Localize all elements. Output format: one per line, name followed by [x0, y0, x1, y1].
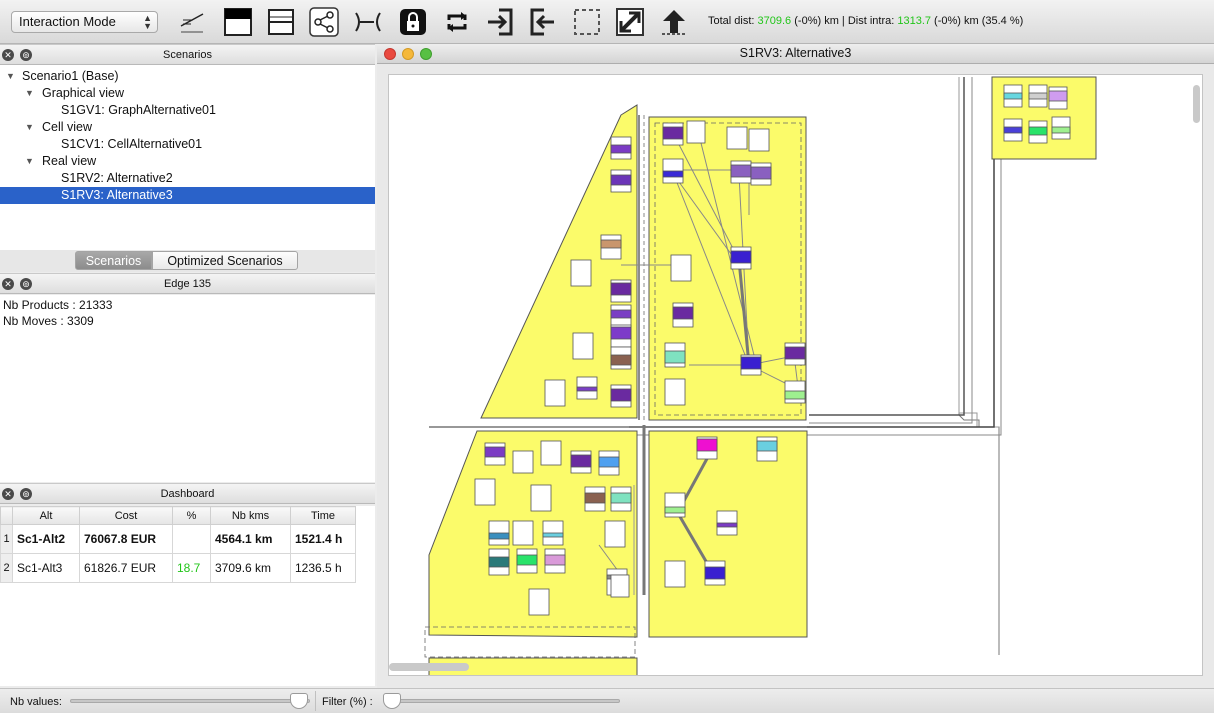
split-box-icon[interactable]: [264, 5, 298, 39]
tree-item-s1gv1[interactable]: S1GV1: GraphAlternative01: [0, 102, 375, 119]
edge-panel-title: Edge 135: [163, 278, 212, 290]
filter-slider[interactable]: [385, 699, 620, 703]
column-header-time[interactable]: Time: [290, 506, 356, 525]
chevron-down-icon[interactable]: ▼: [6, 68, 15, 85]
scenario-tree: ▼ Scenario1 (Base) ▼ Graphical view S1GV…: [0, 65, 375, 250]
close-icon[interactable]: ✕: [2, 49, 14, 61]
share-icon[interactable]: [307, 5, 341, 39]
tree-item-real-view[interactable]: ▼ Real view: [0, 153, 375, 170]
close-window-button[interactable]: [384, 48, 396, 60]
dashboard-table: Alt Cost % Nb kms Time 1 Sc1-Alt2 76067.…: [0, 506, 356, 583]
mode-select-value: Interaction Mode: [19, 14, 116, 29]
nb-values-label: Nb values:: [10, 696, 62, 708]
upload-icon[interactable]: [657, 5, 691, 39]
view-canvas-area: [377, 64, 1214, 688]
bottom-bar: Nb values: Filter (%) :: [0, 688, 1214, 713]
edge-panel-header: ✕ ⊚ Edge 135: [0, 273, 375, 294]
nb-products-text: Nb Products : 21333: [3, 298, 113, 312]
tree-item-cell-view[interactable]: ▼ Cell view: [0, 119, 375, 136]
nb-values-slider[interactable]: [70, 699, 310, 703]
table-header-row: Alt Cost % Nb kms Time: [0, 506, 356, 525]
lock-icon[interactable]: [396, 5, 430, 39]
tab-scenarios[interactable]: Scenarios: [75, 251, 152, 270]
tab-optimized-scenarios[interactable]: Optimized Scenarios: [152, 251, 298, 270]
column-header-cost[interactable]: Cost: [79, 506, 173, 525]
layout-canvas[interactable]: [388, 74, 1203, 676]
layout-drawing[interactable]: [389, 75, 1203, 676]
scenarios-panel-header: ✕ ⊚ Scenarios: [0, 44, 375, 65]
view-window-title: S1RV3: Alternative3: [739, 46, 852, 60]
filter-label: Filter (%) :: [322, 696, 373, 708]
view-window-titlebar: S1RV3: Alternative3: [377, 44, 1214, 64]
close-icon[interactable]: ✕: [2, 488, 14, 500]
column-header-alt[interactable]: Alt: [12, 506, 80, 525]
scenarios-panel-title: Scenarios: [163, 49, 212, 61]
filter-slider-thumb[interactable]: [383, 693, 401, 709]
float-icon[interactable]: ⊚: [20, 278, 32, 290]
dashboard-title: Dashboard: [160, 488, 215, 500]
tree-item-graphical-view[interactable]: ▼ Graphical view: [0, 85, 375, 102]
tree-item-scenario1[interactable]: ▼ Scenario1 (Base): [0, 68, 375, 85]
table-row[interactable]: 1 Sc1-Alt2 76067.8 EUR 4564.1 km 1521.4 …: [0, 524, 356, 554]
tree-item-s1rv3[interactable]: S1RV3: Alternative3: [0, 187, 375, 204]
tree-item-s1cv1[interactable]: S1CV1: CellAlternative01: [0, 136, 375, 153]
nb-values-slider-thumb[interactable]: [290, 693, 308, 709]
column-header-pct[interactable]: %: [172, 506, 211, 525]
float-icon[interactable]: ⊚: [20, 488, 32, 500]
toolbar: Interaction Mode ▲ ▼ Total dist: 3709.6 (…: [0, 0, 1214, 44]
scenario-tabs: Scenarios Optimized Scenarios: [0, 250, 375, 272]
chevron-down-icon[interactable]: ▼: [25, 119, 34, 136]
chevron-updown-icon: ▲ ▼: [143, 13, 152, 31]
expand-icon[interactable]: [613, 5, 647, 39]
edge-info: Nb Products : 21333 Nb Moves : 3309: [0, 295, 375, 482]
export-icon[interactable]: [526, 5, 560, 39]
pencil-icon[interactable]: [175, 5, 209, 39]
dist-intra-value: 1313.7: [897, 15, 931, 27]
float-icon[interactable]: ⊚: [20, 49, 32, 61]
edge-icon[interactable]: [350, 5, 384, 39]
divider: [315, 691, 316, 711]
chevron-down-icon[interactable]: ▼: [25, 153, 34, 170]
tree-item-s1rv2[interactable]: S1RV2: Alternative2: [0, 170, 375, 187]
distance-stats: Total dist: 3709.6 (-0%) km | Dist intra…: [708, 15, 1024, 27]
dashboard-table-area: Alt Cost % Nb kms Time 1 Sc1-Alt2 76067.…: [0, 506, 375, 686]
select-icon[interactable]: [570, 5, 604, 39]
table-row[interactable]: 2 Sc1-Alt3 61826.7 EUR 18.7 3709.6 km 12…: [0, 553, 356, 583]
close-icon[interactable]: ✕: [2, 278, 14, 290]
import-icon[interactable]: [483, 5, 517, 39]
loop-icon[interactable]: [440, 5, 474, 39]
dashboard-panel-header: ✕ ⊚ Dashboard: [0, 483, 375, 504]
interaction-mode-select[interactable]: Interaction Mode ▲ ▼: [11, 11, 158, 33]
table-corner: [0, 506, 13, 525]
column-header-nb-kms[interactable]: Nb kms: [210, 506, 291, 525]
minimize-window-button[interactable]: [402, 48, 414, 60]
chevron-down-icon[interactable]: ▼: [25, 85, 34, 102]
zoom-window-button[interactable]: [420, 48, 432, 60]
total-dist-value: 3709.6: [757, 15, 792, 27]
nb-moves-text: Nb Moves : 3309: [3, 314, 94, 328]
black-box-icon[interactable]: [221, 5, 255, 39]
